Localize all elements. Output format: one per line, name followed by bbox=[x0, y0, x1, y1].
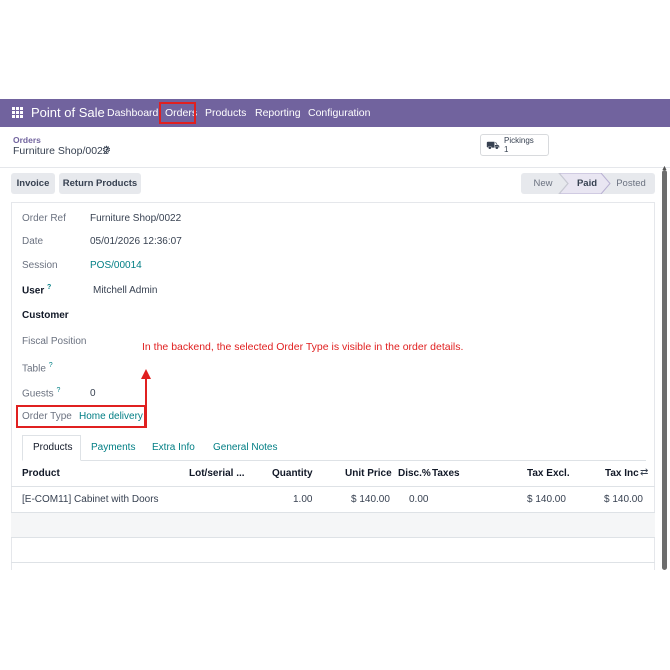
col-quantity[interactable]: Quantity bbox=[272, 468, 313, 479]
table-header-divider bbox=[11, 486, 655, 487]
invoice-button[interactable]: Invoice bbox=[11, 173, 55, 194]
table-label: Table ? bbox=[22, 362, 53, 374]
pickings-label: Pickings bbox=[504, 136, 534, 145]
tab-extra-info[interactable]: Extra Info bbox=[152, 442, 195, 453]
pickings-count: 1 bbox=[504, 145, 509, 154]
apps-grid-icon[interactable] bbox=[12, 107, 23, 118]
app-brand[interactable]: Point of Sale bbox=[31, 105, 105, 120]
row-tax-inc: $ 140.00 bbox=[604, 494, 643, 505]
fiscal-position-label: Fiscal Position bbox=[22, 336, 87, 347]
scrollbar[interactable] bbox=[662, 170, 667, 570]
row-quantity: 1.00 bbox=[293, 494, 313, 505]
customer-label: Customer bbox=[22, 310, 69, 321]
breadcrumb-current: Furniture Shop/0022 bbox=[13, 145, 109, 157]
row-divider bbox=[11, 537, 655, 538]
status-bar: New Paid Posted bbox=[521, 173, 655, 194]
session-link[interactable]: POS/00014 bbox=[90, 260, 142, 271]
status-new[interactable]: New bbox=[521, 173, 565, 194]
order-ref-label: Order Ref bbox=[22, 213, 66, 224]
col-lot-serial[interactable]: Lot/serial ... bbox=[189, 468, 245, 479]
breadcrumb-orders[interactable]: Orders bbox=[13, 135, 41, 145]
guests-value[interactable]: 0 bbox=[90, 388, 96, 399]
col-discount[interactable]: Disc.% bbox=[398, 468, 431, 479]
col-unit-price[interactable]: Unit Price bbox=[345, 468, 392, 479]
user-label-text: User bbox=[22, 285, 45, 297]
date-value: 05/01/2026 12:36:07 bbox=[90, 236, 182, 247]
table-help-icon[interactable]: ? bbox=[49, 362, 53, 369]
gear-icon[interactable]: ⚙ bbox=[102, 145, 111, 156]
col-tax-excl[interactable]: Tax Excl. bbox=[527, 468, 570, 479]
user-label: User ? bbox=[22, 284, 51, 296]
row-product[interactable]: [E-COM11] Cabinet with Doors bbox=[22, 494, 159, 505]
nav-item-products[interactable]: Products bbox=[205, 107, 246, 119]
row-discount: 0.00 bbox=[409, 494, 429, 505]
column-toggle-icon[interactable]: ⇄ bbox=[640, 467, 648, 478]
row-tax-excl: $ 140.00 bbox=[527, 494, 566, 505]
row-divider bbox=[11, 562, 655, 563]
col-taxes[interactable]: Taxes bbox=[432, 468, 460, 479]
row-unit-price: $ 140.00 bbox=[351, 494, 390, 505]
nav-item-reporting[interactable]: Reporting bbox=[255, 107, 301, 119]
annotation-text: In the backend, the selected Order Type … bbox=[142, 341, 464, 353]
tab-products[interactable]: Products bbox=[33, 442, 72, 453]
return-products-button[interactable]: Return Products bbox=[59, 173, 141, 194]
user-help-icon[interactable]: ? bbox=[47, 284, 51, 291]
truck-icon: ⛟ bbox=[486, 140, 500, 152]
guests-label-text: Guests bbox=[22, 388, 54, 400]
top-navbar: Point of Sale Dashboard Orders Products … bbox=[0, 99, 670, 127]
tab-general-notes[interactable]: General Notes bbox=[213, 442, 277, 453]
guests-help-icon[interactable]: ? bbox=[56, 387, 60, 394]
date-label: Date bbox=[22, 236, 44, 247]
table-label-text: Table bbox=[22, 363, 46, 375]
status-posted[interactable]: Posted bbox=[609, 173, 653, 194]
nav-item-dashboard[interactable]: Dashboard bbox=[107, 107, 158, 119]
user-value[interactable]: Mitchell Admin bbox=[93, 285, 157, 296]
col-tax-inc[interactable]: Tax Inc bbox=[605, 468, 639, 479]
order-ref-value: Furniture Shop/0022 bbox=[90, 213, 182, 224]
nav-item-configuration[interactable]: Configuration bbox=[308, 107, 370, 119]
col-product[interactable]: Product bbox=[22, 468, 60, 479]
order-type-highlight-box bbox=[16, 405, 146, 428]
session-label: Session bbox=[22, 260, 58, 271]
status-paid[interactable]: Paid bbox=[569, 173, 605, 194]
table-row-empty bbox=[11, 513, 655, 537]
guests-label: Guests ? bbox=[22, 387, 60, 399]
orders-highlight-box bbox=[159, 102, 196, 124]
tab-payments[interactable]: Payments bbox=[91, 442, 135, 453]
